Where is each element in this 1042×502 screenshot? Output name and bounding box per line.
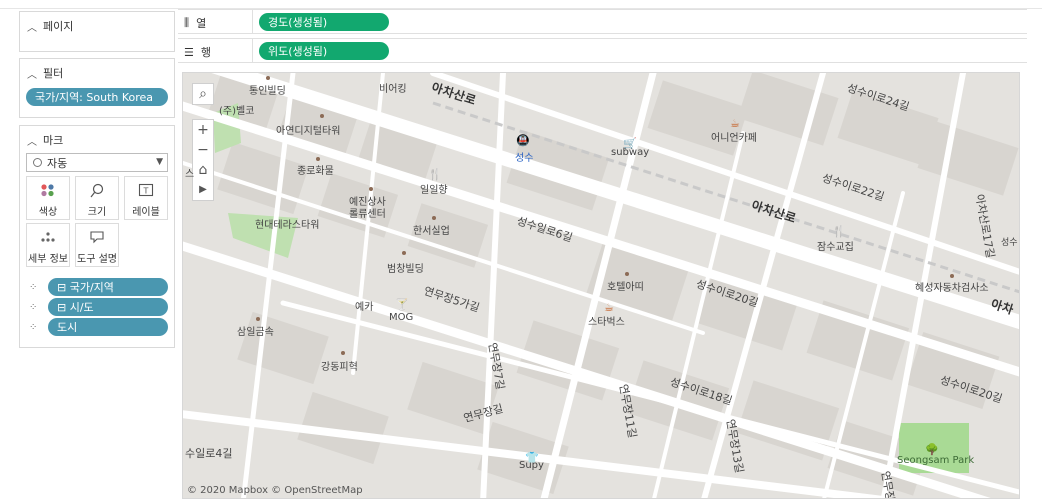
poi-dot (625, 272, 629, 276)
detail-button[interactable]: 세부 정보 (26, 223, 70, 267)
poi-label: (주)벨코 (219, 106, 255, 117)
poi-label: 혜성자동차검사소 (915, 283, 989, 294)
pages-header[interactable]: ︿ 페이지 (27, 18, 73, 34)
restaurant-icon: 🍴 (832, 225, 846, 238)
filters-card: ︿ 필터 국가/지역: South Korea (19, 58, 175, 118)
poi-dot (266, 76, 270, 80)
poi-label: 스 (185, 169, 195, 180)
poi-dot (369, 187, 373, 191)
poi-label: 잠수교집 (817, 242, 854, 253)
park-label: Seongsam Park (897, 455, 975, 466)
map-view[interactable]: ⌕ + − ⌂ ▶ 아차산로 아차산로 아차 성수일로6길 연무장5가길 연무장… (182, 72, 1020, 499)
rows-shelf[interactable]: ☰ 행 위도(생성됨) (178, 38, 1027, 63)
tooltip-button[interactable]: 도구 설명 (75, 223, 119, 267)
filters-title: 필터 (43, 67, 64, 80)
zoom-in-icon[interactable]: + (193, 120, 213, 140)
poi-label: subway (611, 147, 650, 158)
size-button[interactable]: 크기 (75, 176, 119, 220)
road-label: 성수 (1001, 238, 1018, 248)
field-pill-city[interactable]: 도시 (48, 318, 168, 336)
play-arrow-icon[interactable]: ▶ (193, 180, 213, 200)
marks-title: 마크 (43, 134, 64, 147)
poi-label: 한서실업 (413, 226, 450, 237)
road-label: 수일로4길 (185, 447, 233, 460)
poi-dot (256, 317, 260, 321)
marks-card: ︿ 마크 자동 ▼ 색상 크기 T 레이블 세부 정보 도구 설명 ⁘ ⊟ 국가… (19, 125, 175, 348)
rows-label: ☰ 행 (184, 45, 211, 60)
size-icon (76, 183, 118, 201)
bar-icon: 🍸 (395, 298, 409, 311)
label-button[interactable]: T 레이블 (124, 176, 168, 220)
chevron-up-icon[interactable]: ︿ (27, 66, 37, 81)
poi-dot (316, 157, 320, 161)
poi-label: 스타벅스 (588, 317, 625, 328)
marks-header[interactable]: ︿ 마크 (27, 132, 63, 148)
color-button[interactable]: 색상 (26, 176, 70, 220)
poi-label: 호텔아띠 (607, 282, 644, 293)
subway-station-icon: 🚇 (516, 134, 530, 147)
shelf-divider (252, 39, 253, 63)
chevron-up-icon[interactable]: ︿ (27, 133, 37, 148)
mark-type-select[interactable]: 자동 ▼ (26, 153, 168, 172)
poi-dot (402, 251, 406, 255)
poi-dot (432, 216, 436, 220)
poi-label: 범창빌딩 (387, 264, 424, 275)
poi-label: 통인빌딩 (249, 86, 286, 97)
poi-label: 롤류센터 (349, 209, 386, 220)
svg-text:T: T (143, 187, 149, 196)
detail-field-icon: ⁘ (29, 282, 38, 293)
station-label: 성수 (515, 153, 534, 164)
map-attribution[interactable]: © 2020 Mapbox © OpenStreetMap (187, 485, 363, 496)
poi-label: 비어킹 (379, 84, 407, 95)
columns-pill-longitude[interactable]: 경도(생성됨) (259, 13, 389, 31)
dropdown-caret-icon[interactable]: ▼ (156, 157, 163, 167)
columns-icon: ⫼ (184, 16, 190, 29)
detail-icon (27, 230, 69, 248)
columns-shelf[interactable]: ⫼ 열 경도(생성됨) (178, 9, 1027, 34)
poi-label: 일일향 (420, 185, 448, 196)
poi-label: 아연디지털타워 (276, 126, 341, 137)
field-pill-country[interactable]: ⊟ 국가/지역 (48, 278, 168, 296)
map-zoom-controls: + − ⌂ ▶ (192, 119, 214, 201)
poi-label: 현대테라스타워 (255, 220, 320, 231)
zoom-out-icon[interactable]: − (193, 140, 213, 160)
columns-label: ⫼ 열 (184, 16, 207, 30)
shelf-divider (252, 10, 253, 34)
filter-pill-country[interactable]: 국가/지역: South Korea (26, 88, 168, 106)
map-search-control[interactable]: ⌕ (192, 83, 214, 105)
poi-label: 종로화물 (297, 166, 334, 177)
poi-label: 강동피혁 (321, 362, 358, 373)
detail-field-icon: ⁘ (29, 322, 38, 333)
pages-title: 페이지 (43, 20, 74, 33)
home-icon[interactable]: ⌂ (193, 160, 213, 180)
tooltip-icon (76, 230, 118, 248)
label-icon: T (125, 183, 167, 201)
color-dots-icon (27, 183, 69, 201)
rows-icon: ☰ (184, 45, 194, 59)
poi-dot (950, 274, 954, 278)
poi-label: Supy (519, 460, 544, 471)
poi-label: MOG (389, 312, 414, 323)
search-icon[interactable]: ⌕ (193, 84, 213, 104)
poi-dot (320, 114, 324, 118)
restaurant-icon: 🍴 (428, 168, 442, 181)
poi-label: 예카 (355, 302, 374, 313)
chevron-up-icon[interactable]: ︿ (27, 19, 37, 34)
filters-header[interactable]: ︿ 필터 (27, 65, 63, 81)
poi-label: 어니언카페 (711, 133, 757, 144)
pages-card: ︿ 페이지 (19, 11, 175, 52)
poi-label: 삼일금속 (237, 327, 274, 338)
rows-pill-latitude[interactable]: 위도(생성됨) (259, 42, 389, 60)
circle-mark-icon (33, 158, 42, 167)
detail-field-icon: ⁘ (29, 302, 38, 313)
poi-dot (341, 351, 345, 355)
field-pill-province[interactable]: ⊟ 시/도 (48, 298, 168, 316)
